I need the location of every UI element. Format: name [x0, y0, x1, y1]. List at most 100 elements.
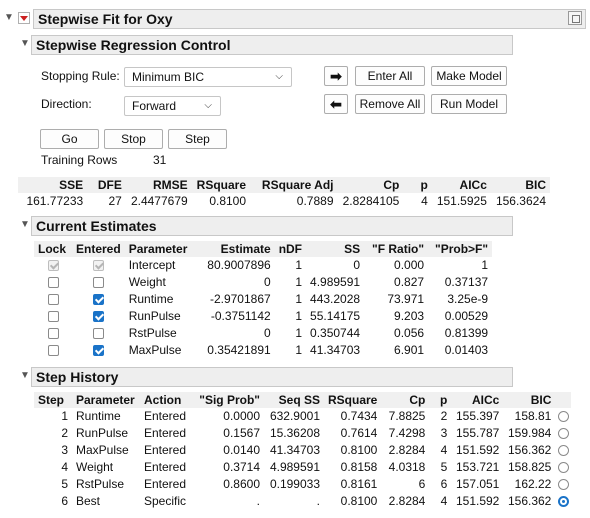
entered-checkbox[interactable] — [92, 345, 104, 357]
column-header: "Prob>F" — [428, 241, 493, 257]
step-button[interactable]: Step — [168, 129, 227, 149]
column-header: Estimate — [198, 241, 275, 257]
enter-arrow-button[interactable]: ➡ — [324, 66, 348, 86]
direction-select[interactable]: Forward ⌵ — [124, 96, 221, 116]
step-select-radio[interactable] — [557, 496, 569, 508]
summary-cell: 4 — [421, 194, 428, 208]
lock-checkbox[interactable] — [47, 328, 59, 340]
make-model-button[interactable]: Make Model — [431, 66, 507, 86]
column-header: Parameter — [124, 241, 199, 257]
column-header: RSquare — [191, 177, 251, 193]
p-cell: 3 — [440, 426, 448, 440]
lock-checkbox — [47, 260, 59, 272]
run-model-button[interactable]: Run Model — [431, 94, 507, 114]
entered-cell — [72, 325, 125, 342]
history-row: 5 RstPulse Entered 0.8600 0.199033 0.8161 6 6 15… — [34, 476, 571, 493]
f-ratio-cell: 73.971 — [387, 292, 425, 306]
stopping-rule-select[interactable]: Minimum BIC ⌵ — [124, 67, 292, 87]
history-row: 1 Runtime Entered 0.0000 632.9001 0.7434 7.882… — [34, 408, 571, 425]
parameter-cell: MaxPulse — [128, 343, 182, 357]
training-rows-label: Training Rows — [41, 153, 118, 167]
history-row: 4 Weight Entered 0.3714 4.989591 0.8158 4.0318… — [34, 459, 571, 476]
rsquare-cell: 0.8161 — [340, 477, 378, 491]
cp-cell: 4.0318 — [388, 460, 426, 474]
lock-checkbox[interactable] — [47, 311, 59, 323]
lock-cell — [34, 308, 72, 325]
bic-cell: 162.22 — [514, 477, 552, 491]
column-header: Cp — [337, 177, 404, 193]
action-cell: Entered — [144, 443, 187, 457]
parameter-cell: Runtime — [128, 292, 174, 306]
entered-checkbox[interactable] — [92, 311, 104, 323]
step-select-radio[interactable] — [557, 411, 569, 423]
summary-header-row: SSE DFE RMSE RSquare RSquare Adj Cp p AI… — [18, 177, 550, 193]
parameter-cell: Intercept — [128, 258, 176, 272]
step-select-radio[interactable] — [557, 428, 569, 440]
history-row: 2 RunPulse Entered 0.1567 15.36208 0.7614 7.42… — [34, 425, 571, 442]
estimate-cell: 0 — [264, 275, 271, 289]
parameter-cell: Best — [76, 494, 101, 508]
bic-cell: 156.362 — [507, 494, 552, 508]
prob-f-cell: 0.81399 — [444, 326, 489, 340]
ss-cell: 0.350744 — [310, 326, 361, 340]
stop-button[interactable]: Stop — [104, 129, 163, 149]
entered-checkbox[interactable] — [92, 328, 104, 340]
estimate-row: Intercept 80.9007896 1 0 0.000 1 — [34, 257, 492, 274]
stopping-rule-label: Stopping Rule: — [41, 69, 120, 83]
rsquare-cell: 0.7434 — [340, 409, 378, 423]
current-estimates-table: Lock Entered Parameter Estimate nDF SS "… — [34, 241, 493, 359]
aicc-cell: 155.397 — [455, 409, 500, 423]
direction-label: Direction: — [41, 97, 92, 111]
remove-arrow-button[interactable]: ⬅ — [324, 94, 348, 114]
enter-all-button[interactable]: Enter All — [355, 66, 425, 86]
summary-values-row: 161.77233 27 2.4477679 0.8100 0.7889 2.8… — [18, 193, 550, 210]
column-header-select — [555, 392, 572, 408]
entered-checkbox[interactable] — [92, 294, 104, 306]
column-header: SS — [306, 241, 365, 257]
go-button[interactable]: Go — [40, 129, 99, 149]
seq-ss-cell: . — [316, 494, 320, 508]
estimate-row: Runtime -2.9701867 1 443.2028 73.971 3.25e-9 — [34, 291, 492, 308]
column-header: Seq SS — [264, 392, 324, 408]
rsquare-cell: 0.8100 — [340, 494, 378, 508]
parameter-cell: Weight — [128, 275, 166, 289]
estimate-cell: 0.35421891 — [207, 343, 271, 357]
parameter-cell: Weight — [76, 460, 114, 474]
lock-checkbox[interactable] — [47, 277, 59, 289]
lock-checkbox[interactable] — [47, 294, 59, 306]
step-select-radio[interactable] — [557, 479, 569, 491]
step-select-radio[interactable] — [557, 462, 569, 474]
chevron-down-icon: ⌵ — [275, 71, 283, 82]
estimate-cell: 0 — [264, 326, 271, 340]
column-header: p — [403, 177, 432, 193]
entered-checkbox[interactable] — [92, 277, 104, 289]
red-triangle-menu-icon[interactable] — [18, 12, 30, 24]
lock-cell — [34, 257, 72, 274]
step-select-radio[interactable] — [557, 445, 569, 457]
column-header: Step — [34, 392, 72, 408]
cp-cell: 2.8284 — [388, 494, 426, 508]
sig-prob-cell: . — [256, 494, 260, 508]
arrow-left-icon: ⬅ — [330, 96, 342, 112]
column-header: p — [429, 392, 452, 408]
f-ratio-cell: 0.000 — [394, 258, 425, 272]
cp-cell: 6 — [418, 477, 426, 491]
column-header: DFE — [87, 177, 126, 193]
history-row: 6 Best Specific.. 0.8100 2.8284 4 151.592 156.3… — [34, 493, 571, 510]
lock-checkbox[interactable] — [47, 345, 59, 357]
summary-cell: 161.77233 — [26, 194, 84, 208]
column-header: AICc — [431, 177, 491, 193]
ndf-cell: 1 — [295, 326, 303, 340]
sig-prob-cell: 0.0140 — [223, 443, 260, 457]
column-header: "F Ratio" — [364, 241, 429, 257]
sig-prob-cell: 0.1567 — [223, 426, 260, 440]
aicc-cell: 153.721 — [455, 460, 500, 474]
rsquare-cell: 0.8158 — [340, 460, 378, 474]
collapse-triangle-icon[interactable]: ▼ — [4, 12, 16, 24]
remove-all-button[interactable]: Remove All — [355, 94, 425, 114]
p-cell: 5 — [440, 460, 448, 474]
estimate-row: RstPulse 0 1 0.350744 0.056 0.81399 — [34, 325, 492, 342]
stopping-rule-value: Minimum BIC — [132, 70, 205, 84]
window-restore-icon[interactable] — [568, 11, 582, 25]
sig-prob-cell: 0.3714 — [223, 460, 260, 474]
